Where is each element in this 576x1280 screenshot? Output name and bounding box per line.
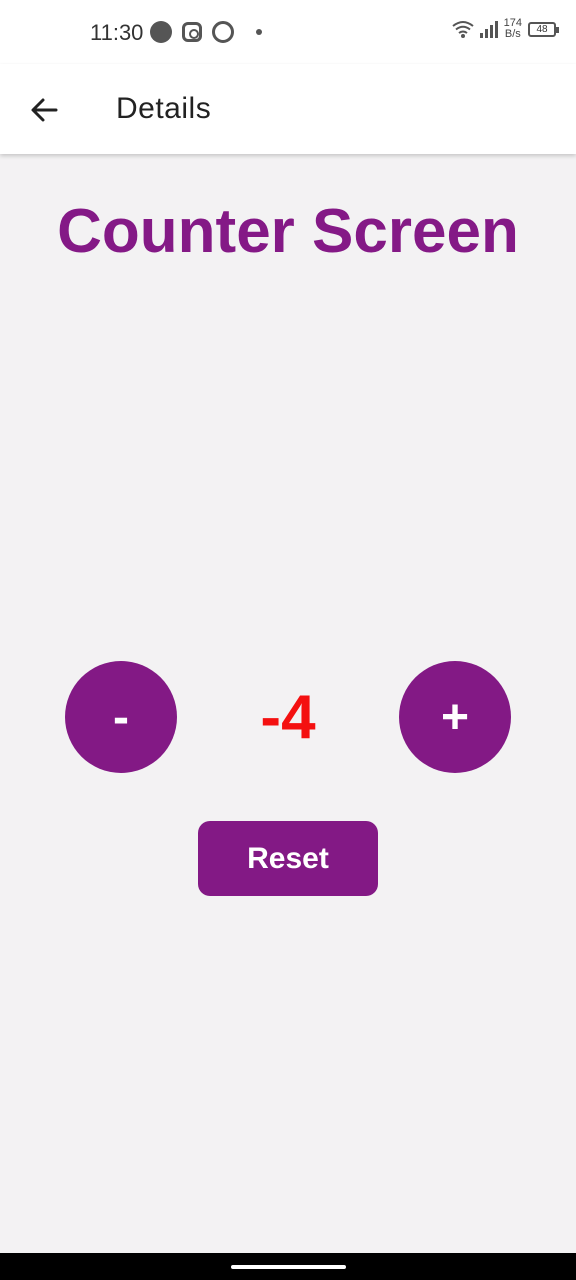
app-bar: Details bbox=[0, 64, 576, 154]
messenger-icon bbox=[150, 21, 172, 43]
status-time: 11:30 bbox=[90, 20, 144, 45]
cell-signal-icon bbox=[479, 20, 498, 38]
system-icons: 174 B/s 48 bbox=[452, 17, 559, 40]
whatsapp-icon bbox=[212, 21, 234, 43]
increment-button[interactable]: + bbox=[399, 661, 511, 773]
battery-icon: 48 bbox=[528, 21, 559, 37]
battery-level: 48 bbox=[536, 23, 548, 35]
reset-button[interactable]: Reset bbox=[198, 821, 378, 896]
system-nav-bar bbox=[0, 1253, 576, 1280]
counter-value: -4 bbox=[260, 683, 316, 752]
status-bar: 11:30 174 B/s 48 bbox=[0, 0, 576, 64]
wifi-icon bbox=[452, 19, 474, 39]
page-title: Details bbox=[116, 92, 212, 125]
notification-dot-icon bbox=[256, 29, 262, 35]
arrow-left-icon[interactable] bbox=[26, 92, 62, 128]
network-speed: 174 B/s bbox=[503, 17, 522, 40]
decrement-button[interactable]: - bbox=[65, 661, 177, 773]
instagram-icon bbox=[182, 22, 202, 42]
screen-heading: Counter Screen bbox=[57, 197, 519, 266]
home-indicator[interactable] bbox=[231, 1265, 346, 1269]
notification-icons bbox=[150, 21, 262, 43]
